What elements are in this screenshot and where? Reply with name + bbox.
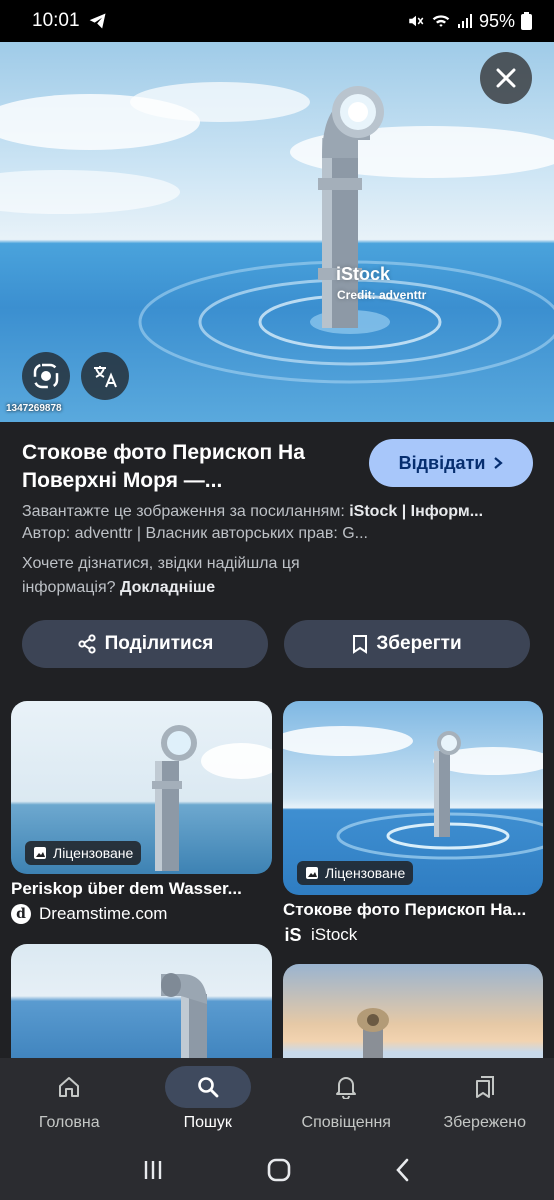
result-source-2[interactable]: iS iStock: [283, 925, 357, 945]
save-label: Зберегти: [376, 633, 462, 654]
hero-image[interactable]: iStock Credit: adventtr 1347269878: [0, 42, 554, 422]
bookmark-icon: [353, 635, 368, 654]
licensed-badge: Ліцензоване: [25, 841, 142, 865]
home-button-icon[interactable]: [266, 1157, 292, 1183]
licensed-badge: Ліцензоване: [297, 861, 414, 885]
status-time: 10:01: [32, 10, 80, 31]
battery-percent: 95%: [478, 10, 515, 31]
mute-icon: [409, 15, 424, 27]
save-button[interactable]: Зберегти: [284, 620, 530, 668]
home-icon: [59, 1077, 80, 1097]
nav-search[interactable]: Пошук: [139, 1058, 278, 1140]
visit-button[interactable]: Відвідати: [369, 439, 533, 487]
share-label: Поділитися: [104, 633, 214, 654]
image-icon: [306, 867, 318, 879]
source-question: Хочете дізнатися, звідки надійшла ця інф…: [22, 555, 300, 596]
nav-notifications[interactable]: Сповіщення: [277, 1058, 416, 1140]
istock-watermark: iStock: [336, 264, 391, 284]
download-line: Завантажте це зображення за посиланням: …: [22, 503, 484, 520]
close-button[interactable]: [480, 52, 532, 104]
search-icon: [197, 1077, 219, 1098]
result-thumbnail-3[interactable]: [11, 944, 272, 1074]
water-ripples: [138, 260, 554, 384]
istock-icon: iS: [284, 924, 302, 945]
bottom-navigation: Головна Пошук Сповіщення Збережено: [0, 1058, 554, 1140]
translate-button[interactable]: [81, 352, 129, 400]
lens-button[interactable]: [22, 352, 70, 400]
nav-home[interactable]: Головна: [0, 1058, 139, 1140]
result-thumbnail-1[interactable]: Ліцензоване: [11, 701, 272, 874]
image-title[interactable]: Стокове фото Перископ На Поверхні Моря —…: [22, 439, 352, 495]
nav-saved[interactable]: Збережено: [416, 1058, 554, 1140]
sky-clouds: [0, 82, 554, 214]
battery-icon: [521, 12, 532, 30]
share-button[interactable]: Поділитися: [22, 620, 268, 668]
visit-label: Відвідати: [398, 452, 486, 473]
image-credit: Credit: adventtr: [337, 288, 427, 302]
result-thumbnail-2[interactable]: Ліцензоване: [283, 701, 543, 895]
image-icon: [34, 847, 46, 859]
recent-apps-icon[interactable]: [141, 1158, 165, 1182]
translate-icon: [94, 366, 117, 388]
chevron-right-icon: [494, 457, 504, 469]
learn-more-link[interactable]: Докладніше: [120, 579, 215, 596]
bookmarks-icon: [475, 1076, 494, 1098]
back-icon[interactable]: [393, 1157, 413, 1183]
share-icon: [78, 634, 96, 654]
result-source-1[interactable]: d Dreamstime.com: [11, 904, 167, 924]
close-icon: [496, 68, 516, 88]
google-lens-icon: [33, 363, 59, 389]
wifi-icon: [432, 15, 450, 27]
author-line: Автор: adventtr | Власник авторських пра…: [22, 525, 368, 542]
telegram-icon: [89, 13, 106, 29]
periscope-thumb-3: [161, 973, 207, 1074]
system-navigation-bar: [0, 1140, 554, 1200]
result-title-2[interactable]: Стокове фото Перископ На...: [283, 900, 543, 920]
image-info-panel: Стокове фото Перископ На Поверхні Моря —…: [0, 422, 554, 618]
result-title-1[interactable]: Periskop über dem Wasser...: [11, 879, 272, 899]
bell-icon: [336, 1077, 357, 1099]
status-bar: 10:01 95%: [0, 0, 554, 42]
source-link[interactable]: iStock | Інформ...: [349, 503, 483, 520]
image-id: 1347269878: [6, 403, 62, 414]
dreamstime-icon: d: [11, 904, 31, 924]
signal-icon: [457, 14, 472, 28]
